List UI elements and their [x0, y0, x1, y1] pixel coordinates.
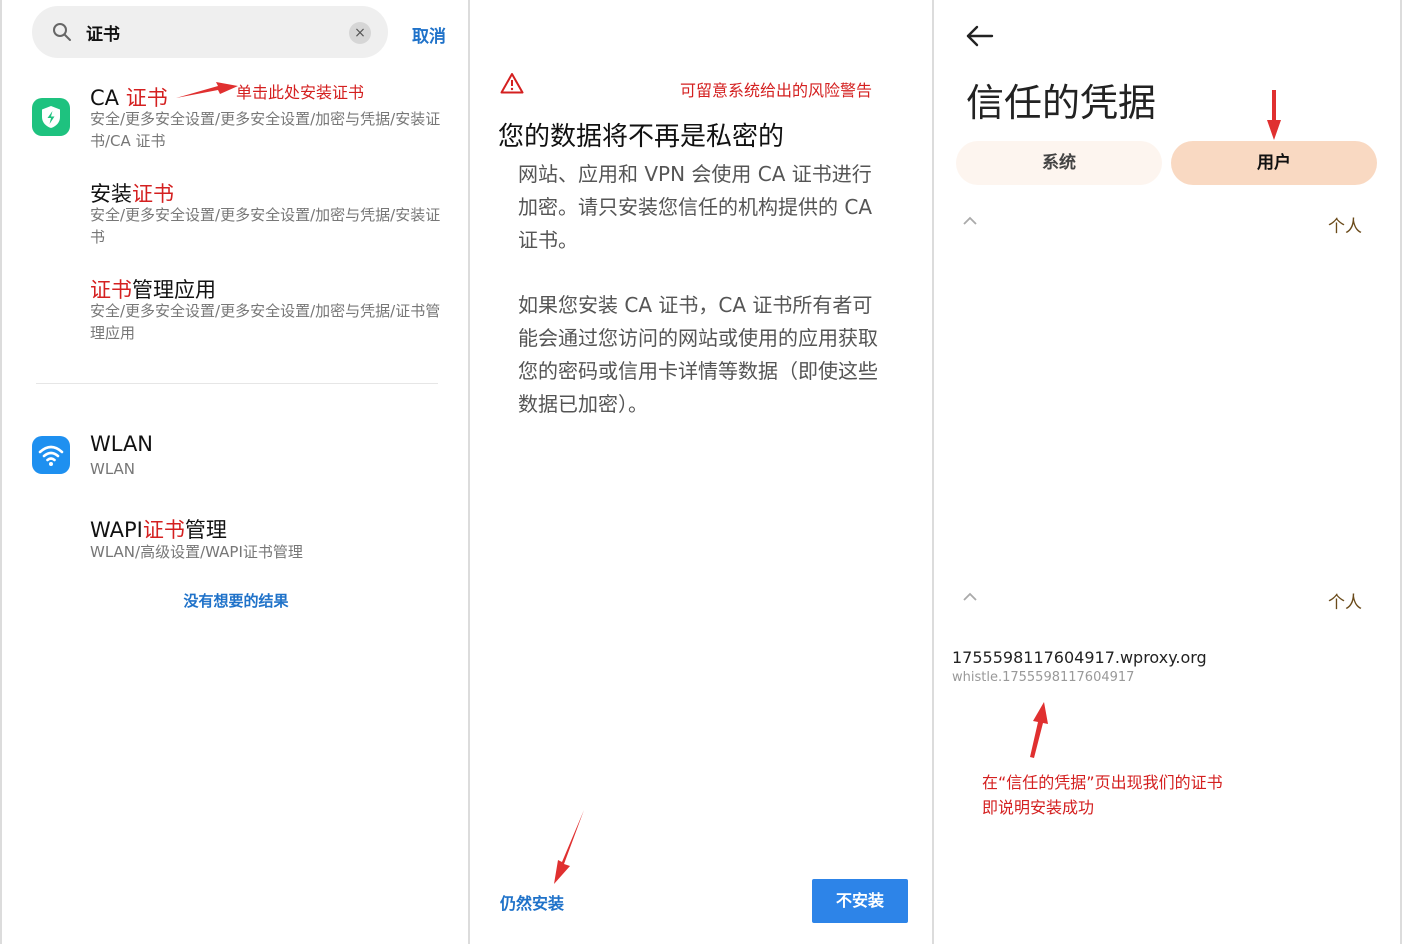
result-title-after: 管理应用: [132, 278, 216, 302]
section-personal-label: 个人: [1328, 217, 1362, 237]
dialog-paragraph-2: 如果您安装 CA 证书，CA 证书所有者可能会通过您访问的网站或使用的应用获取您…: [518, 293, 878, 416]
cert-warning-panel: 可留意系统给出的风险警告 您的数据将不再是私密的 网站、应用和 VPN 会使用 …: [468, 0, 934, 944]
annotation-arrow: [1030, 702, 1048, 758]
result-path: 安全/更多安全设置/更多安全设置/加密与凭据/安装证书/CA 证书: [90, 110, 441, 150]
cancel-button[interactable]: 取消: [412, 22, 446, 47]
tab-user[interactable]: 用户: [1171, 141, 1377, 185]
result-title-after: 管理: [184, 518, 227, 542]
search-icon: [53, 23, 71, 41]
chevron-up-icon[interactable]: [960, 590, 980, 604]
result-title-highlight: 证书: [142, 518, 185, 542]
result-wlan[interactable]: WLAN: [90, 432, 153, 456]
security-app-icon: [32, 98, 70, 136]
warning-icon: [500, 73, 524, 94]
result-path: WLAN: [90, 460, 136, 478]
annotation-risk-warning: 可留意系统给出的风险警告: [680, 81, 873, 100]
result-title-plain: WAPI: [90, 518, 143, 542]
annotation-success-line-1: 在“信任的凭据”页出现我们的证书: [982, 773, 1223, 792]
dialog-paragraph-1: 网站、应用和 VPN 会使用 CA 证书进行加密。请只安装您信任的机构提供的 C…: [518, 162, 873, 252]
annotation-success-line-2: 即说明安装成功: [982, 798, 1095, 817]
annotation-arrow: [1267, 90, 1281, 140]
wlan-app-icon: [32, 436, 70, 474]
annotation-success-note: 在“信任的凭据”页出现我们的证书 即说明安装成功: [982, 770, 1223, 820]
no-result-link[interactable]: 没有想要的结果: [2, 590, 468, 611]
result-title-plain: CA: [90, 86, 126, 110]
annotation-arrow: [554, 810, 584, 884]
result-title-highlight: 证书: [125, 86, 168, 110]
wifi-icon: [38, 445, 64, 466]
trusted-credentials-panel: 信任的凭据 系统 用户 个人 个人 1755598117604917.wprox…: [934, 0, 1402, 944]
result-title-highlight: 证书: [132, 182, 174, 206]
clear-search-icon[interactable]: ×: [349, 22, 371, 44]
search-input[interactable]: 证书: [86, 20, 120, 45]
chevron-up-icon[interactable]: [960, 214, 980, 228]
shield-icon: [42, 106, 60, 128]
result-path: 安全/更多安全设置/更多安全设置/加密与凭据/证书管理应用: [90, 302, 441, 342]
certificate-issuer: whistle.1755598117604917: [952, 670, 1135, 685]
annotation-arrow: [176, 82, 238, 98]
dialog-title: 您的数据将不再是私密的: [498, 122, 785, 152]
result-wapi-cert[interactable]: WAPI证书管理: [90, 514, 227, 544]
tab-system[interactable]: 系统: [956, 141, 1162, 185]
result-title-plain: WLAN: [90, 432, 154, 456]
back-arrow-icon[interactable]: [964, 24, 994, 48]
certificate-name[interactable]: 1755598117604917.wproxy.org: [952, 648, 1207, 667]
section-divider: [36, 383, 438, 384]
result-title-highlight: 证书: [90, 278, 132, 302]
annotation-click-here: 单击此处安装证书: [236, 83, 365, 102]
page-title: 信任的凭据: [966, 81, 1157, 125]
result-path: WLAN/高级设置/WAPI证书管理: [90, 543, 303, 561]
install-anyway-button[interactable]: 仍然安装: [500, 890, 564, 914]
settings-search-panel: 证书 × 取消 CA 证书 安全/更多安全设置/更多安全设置/加密与凭据/安装证…: [0, 0, 468, 944]
result-path: 安全/更多安全设置/更多安全设置/加密与凭据/安装证书: [90, 206, 441, 246]
dont-install-button[interactable]: 不安装: [812, 879, 908, 923]
section-personal-label: 个人: [1328, 593, 1362, 613]
result-title-plain: 安装: [90, 182, 132, 206]
